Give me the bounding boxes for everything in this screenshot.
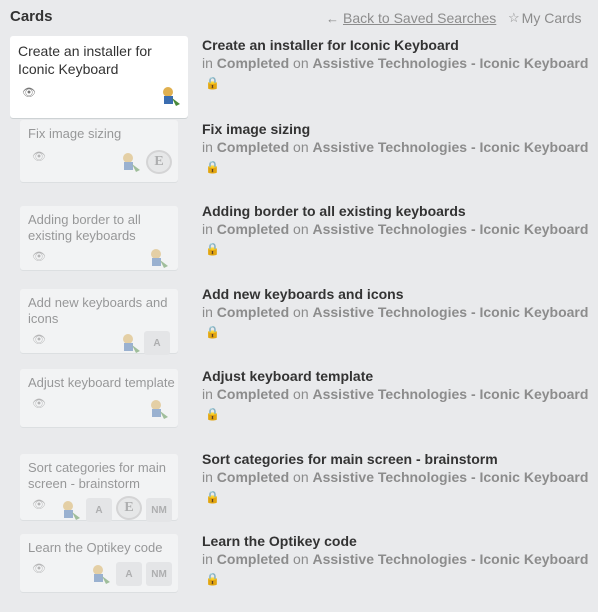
result-info: Create an installer for Iconic Keyboard …: [202, 36, 592, 93]
member-badge: NM: [146, 498, 172, 522]
board-name[interactable]: Assistive Technologies - Iconic Keyboard: [313, 304, 589, 320]
result-meta: in Completed on Assistive Technologies -…: [202, 386, 589, 421]
card-thumbnail-title: Add new keyboards and icons: [28, 295, 168, 326]
back-link-label: Back to Saved Searches: [343, 10, 497, 26]
list-name[interactable]: Completed: [217, 551, 289, 567]
card-thumbnail-title: Learn the Optikey code: [28, 540, 163, 555]
list-name[interactable]: Completed: [217, 469, 289, 485]
board-name[interactable]: Assistive Technologies - Iconic Keyboard: [313, 469, 589, 485]
card-thumbnail[interactable]: Adjust keyboard template 👁: [20, 369, 178, 427]
lock-icon: 🔒: [205, 76, 220, 90]
result-row: Sort categories for main screen - brains…: [0, 450, 598, 532]
card-thumbnail[interactable]: Add new keyboards and icons 👁 A: [20, 289, 178, 355]
list-name[interactable]: Completed: [217, 304, 289, 320]
member-badge: NM: [146, 562, 172, 586]
eye-icon: 👁: [32, 499, 46, 511]
card-thumbnail[interactable]: Create an installer for Iconic Keyboard …: [10, 36, 188, 118]
result-title[interactable]: Create an installer for Iconic Keyboard: [202, 36, 592, 54]
member-badge: A: [144, 331, 170, 355]
list-name[interactable]: Completed: [217, 55, 289, 71]
lock-icon: 🔒: [205, 572, 220, 586]
list-name[interactable]: Completed: [217, 221, 289, 237]
member-avatar: [163, 87, 180, 106]
result-info: Learn the Optikey code in Completed on A…: [202, 532, 592, 589]
card-thumbnail-title: Adjust keyboard template: [28, 375, 175, 390]
member-avatar: [151, 400, 168, 419]
lock-icon: 🔒: [205, 160, 220, 174]
result-row: Create an installer for Iconic Keyboard …: [0, 36, 598, 120]
result-meta: in Completed on Assistive Technologies -…: [202, 304, 589, 339]
member-badge: A: [86, 498, 112, 522]
eye-icon: 👁: [22, 87, 36, 99]
card-thumbnail-title: Adding border to all existing keyboards: [28, 212, 141, 243]
result-meta: in Completed on Assistive Technologies -…: [202, 55, 589, 90]
arrow-left-icon: ←: [326, 10, 339, 26]
result-info: Add new keyboards and icons in Completed…: [202, 285, 592, 342]
lock-icon: 🔒: [205, 407, 220, 421]
board-name[interactable]: Assistive Technologies - Iconic Keyboard: [313, 221, 589, 237]
result-meta: in Completed on Assistive Technologies -…: [202, 221, 589, 256]
card-thumbnail[interactable]: Fix image sizing 👁 E: [20, 120, 178, 182]
result-title[interactable]: Adding border to all existing keyboards: [202, 202, 592, 220]
board-name[interactable]: Assistive Technologies - Iconic Keyboard: [313, 551, 589, 567]
card-thumbnail-title: Fix image sizing: [28, 126, 122, 141]
result-title[interactable]: Sort categories for main screen - brains…: [202, 450, 592, 468]
card-thumbnail[interactable]: Adding border to all existing keyboards …: [20, 206, 178, 270]
card-thumbnail[interactable]: Sort categories for main screen - brains…: [20, 454, 178, 522]
member-avatar: [123, 334, 140, 353]
card-thumbnail[interactable]: Learn the Optikey code 👁 A NM: [20, 534, 178, 592]
result-meta: in Completed on Assistive Technologies -…: [202, 469, 589, 504]
eye-icon: 👁: [32, 398, 46, 410]
eye-icon: 👁: [32, 334, 46, 346]
result-title[interactable]: Learn the Optikey code: [202, 532, 592, 550]
eye-icon: 👁: [32, 151, 46, 163]
member-badge: E: [116, 496, 142, 520]
card-thumbnail-title: Sort categories for main screen - brains…: [28, 460, 167, 491]
result-row: Adjust keyboard template 👁 Adjust keyboa…: [0, 367, 598, 451]
my-cards-link[interactable]: ☆ My Cards: [508, 10, 582, 26]
lock-icon: 🔒: [205, 490, 220, 504]
result-meta: in Completed on Assistive Technologies -…: [202, 139, 589, 174]
result-row: Add new keyboards and icons 👁 A Add new …: [0, 285, 598, 367]
board-name[interactable]: Assistive Technologies - Iconic Keyboard: [313, 55, 589, 71]
result-meta: in Completed on Assistive Technologies -…: [202, 551, 589, 586]
result-info: Adding border to all existing keyboards …: [202, 202, 592, 259]
board-name[interactable]: Assistive Technologies - Iconic Keyboard: [313, 139, 589, 155]
back-to-saved-searches-link[interactable]: ← Back to Saved Searches: [326, 10, 496, 26]
member-avatar: [151, 249, 168, 268]
my-cards-label: My Cards: [521, 10, 582, 26]
board-name[interactable]: Assistive Technologies - Iconic Keyboard: [313, 386, 589, 402]
star-icon: ☆: [508, 10, 520, 25]
member-avatar: [63, 501, 80, 520]
lock-icon: 🔒: [205, 242, 220, 256]
result-row: Adding border to all existing keyboards …: [0, 202, 598, 284]
result-info: Sort categories for main screen - brains…: [202, 450, 592, 507]
result-info: Adjust keyboard template in Completed on…: [202, 367, 592, 424]
cards-header: Cards ← Back to Saved Searches ☆ My Card…: [0, 0, 598, 34]
member-badge: A: [116, 562, 142, 586]
list-name[interactable]: Completed: [217, 139, 289, 155]
member-avatar: [93, 565, 110, 584]
card-thumbnail-title: Create an installer for Iconic Keyboard: [18, 43, 152, 77]
eye-icon: 👁: [32, 251, 46, 263]
eye-icon: 👁: [32, 563, 46, 575]
lock-icon: 🔒: [205, 325, 220, 339]
member-badge: E: [146, 150, 172, 174]
result-row: Learn the Optikey code 👁 A NM Learn the …: [0, 532, 598, 612]
result-row: Fix image sizing 👁 E Fix image sizing in…: [0, 120, 598, 202]
result-title[interactable]: Fix image sizing: [202, 120, 592, 138]
page-title: Cards: [10, 8, 53, 25]
result-info: Fix image sizing in Completed on Assisti…: [202, 120, 592, 177]
result-title[interactable]: Add new keyboards and icons: [202, 285, 592, 303]
result-title[interactable]: Adjust keyboard template: [202, 367, 592, 385]
list-name[interactable]: Completed: [217, 386, 289, 402]
member-avatar: [123, 153, 140, 172]
